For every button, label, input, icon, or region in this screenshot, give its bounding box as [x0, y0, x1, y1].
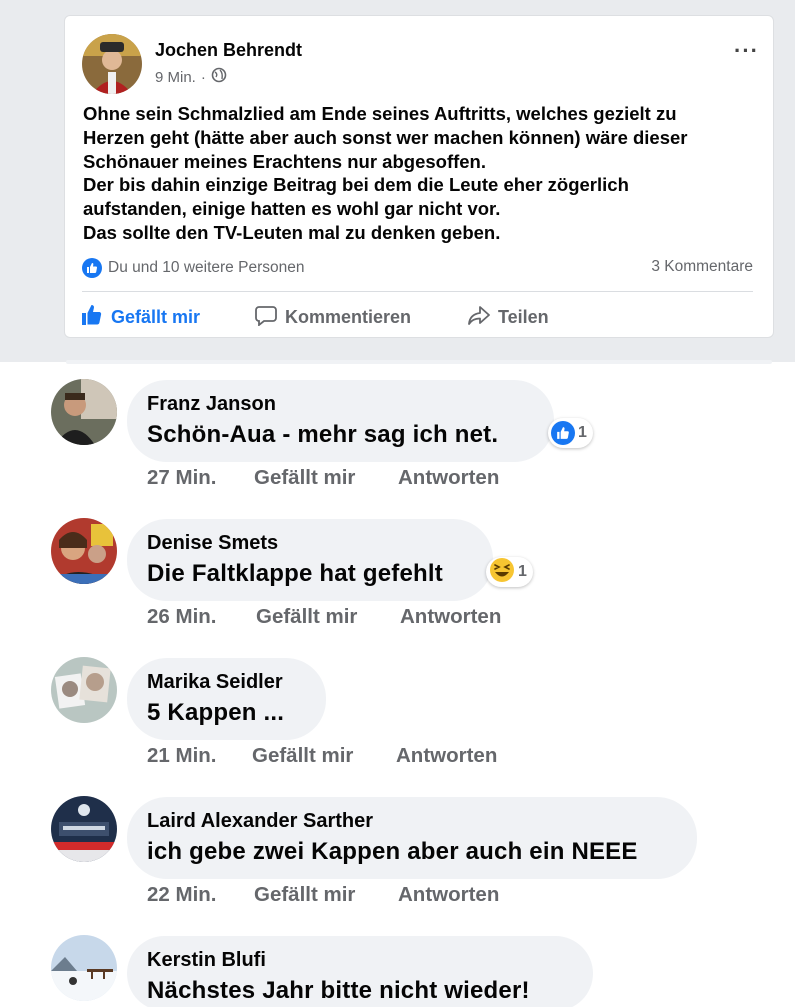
share-button[interactable]: Teilen	[468, 304, 549, 331]
comment: Denise Smets Die Faltklappe hat gefehlt …	[0, 518, 795, 658]
commenter-name[interactable]: Denise Smets	[147, 532, 473, 555]
comment-bubble: Laird Alexander Sarther ich gebe zwei Ka…	[127, 797, 697, 879]
commenter-avatar[interactable]	[51, 379, 117, 445]
comment: Franz Janson Schön-Aua - mehr sag ich ne…	[0, 379, 795, 519]
comment-like-button[interactable]: Gefällt mir	[254, 466, 398, 490]
post-text-line: Das sollte den TV-Leuten mal zu denken g…	[83, 221, 501, 243]
comment: Laird Alexander Sarther ich gebe zwei Ka…	[0, 796, 795, 936]
comment-text: Nächstes Jahr bitte nicht wieder!	[147, 977, 530, 1004]
comment-time[interactable]: 26 Min.	[147, 605, 256, 629]
reaction-count: 1	[578, 424, 587, 441]
divider	[82, 291, 753, 292]
post-text-line: Schönauer meines Erachtens nur abgesoffe…	[83, 150, 486, 172]
comment-reply-button[interactable]: Antworten	[398, 466, 499, 490]
commenter-avatar[interactable]	[51, 935, 117, 1001]
comment-like-button[interactable]: Gefällt mir	[256, 605, 400, 629]
like-icon	[551, 421, 575, 445]
comment-reply-button[interactable]: Antworten	[398, 883, 499, 907]
commenter-avatar[interactable]	[51, 657, 117, 723]
comment-reply-button[interactable]: Antworten	[396, 744, 497, 768]
post-card: Jochen Behrendt 9 Min. · ··· Ohne sein S…	[64, 15, 774, 338]
comment-actions: 27 Min. Gefällt mir Antworten	[147, 466, 499, 490]
comment-count[interactable]: 3 Kommentare	[651, 258, 753, 276]
comment-button[interactable]: Kommentieren	[255, 304, 411, 331]
post-text-line: Herzen geht (hätte aber auch sonst wer m…	[83, 126, 688, 148]
post-menu-icon[interactable]: ···	[734, 38, 759, 64]
share-button-label: Teilen	[498, 307, 549, 327]
reactions-text: Du und 10 weitere Personen	[108, 259, 305, 276]
comment-button-label: Kommentieren	[285, 307, 412, 327]
post-text-line: aufstanden, einige hatten es wohl gar ni…	[83, 198, 501, 220]
post-text-line: Der bis dahin einzige Beitrag bei dem di…	[83, 174, 629, 196]
comment-actions: 22 Min. Gefällt mir Antworten	[147, 883, 499, 907]
commenter-name[interactable]: Marika Seidler	[147, 671, 306, 694]
comment-icon	[255, 304, 277, 331]
commenter-name[interactable]: Franz Janson	[147, 393, 534, 416]
like-button[interactable]: Gefällt mir	[81, 304, 200, 331]
comment-bubble: Denise Smets Die Faltklappe hat gefehlt	[127, 519, 493, 601]
comment-time[interactable]: 21 Min.	[147, 744, 252, 768]
like-button-label: Gefällt mir	[111, 307, 201, 327]
comment-text: 5 Kappen ...	[147, 699, 285, 726]
haha-icon	[489, 557, 515, 588]
commenter-avatar[interactable]	[51, 518, 117, 584]
post-author-avatar[interactable]	[82, 34, 142, 94]
comment-actions: 26 Min. Gefällt mir Antworten	[147, 605, 501, 629]
share-icon	[468, 304, 490, 331]
comment-bubble: Marika Seidler 5 Kappen ...	[127, 658, 326, 740]
comment-reply-button[interactable]: Antworten	[400, 605, 501, 629]
reactions-summary[interactable]: Du und 10 weitere Personen	[82, 258, 304, 278]
comment-bubble: Franz Janson Schön-Aua - mehr sag ich ne…	[127, 380, 554, 462]
like-reaction-icon	[82, 258, 102, 278]
comment: Kerstin Blufi Nächstes Jahr bitte nicht …	[0, 935, 795, 1007]
post-time[interactable]: 9 Min.	[155, 69, 196, 86]
reaction-count: 1	[518, 563, 527, 580]
comment-like-button[interactable]: Gefällt mir	[254, 883, 398, 907]
comment-like-button[interactable]: Gefällt mir	[252, 744, 396, 768]
thumbs-up-icon	[81, 304, 103, 331]
comment: Marika Seidler 5 Kappen ... 21 Min. Gefä…	[0, 657, 795, 797]
comment-time[interactable]: 22 Min.	[147, 883, 254, 907]
comment-actions: 21 Min. Gefällt mir Antworten	[147, 744, 497, 768]
globe-icon	[211, 67, 227, 87]
post-meta: 9 Min. ·	[155, 67, 227, 87]
post-text: Ohne sein Schmalzlied am Ende seines Auf…	[83, 102, 763, 245]
post-text-line: Ohne sein Schmalzlied am Ende seines Auf…	[83, 103, 677, 124]
comment-text: Schön-Aua - mehr sag ich net.	[147, 421, 499, 448]
reaction-badge[interactable]: 1	[486, 557, 533, 587]
post-author-name[interactable]: Jochen Behrendt	[155, 40, 302, 61]
commenter-name[interactable]: Kerstin Blufi	[147, 949, 573, 972]
meta-separator: ·	[200, 68, 206, 86]
comment-bubble: Kerstin Blufi Nächstes Jahr bitte nicht …	[127, 936, 593, 1007]
commenter-name[interactable]: Laird Alexander Sarther	[147, 810, 677, 833]
card-edge	[66, 360, 772, 364]
commenter-avatar[interactable]	[51, 796, 117, 862]
comment-text: ich gebe zwei Kappen aber auch ein NEEE	[147, 838, 638, 865]
comment-text: Die Faltklappe hat gefehlt	[147, 560, 443, 587]
comment-time[interactable]: 27 Min.	[147, 466, 254, 490]
reaction-badge[interactable]: 1	[548, 418, 593, 448]
